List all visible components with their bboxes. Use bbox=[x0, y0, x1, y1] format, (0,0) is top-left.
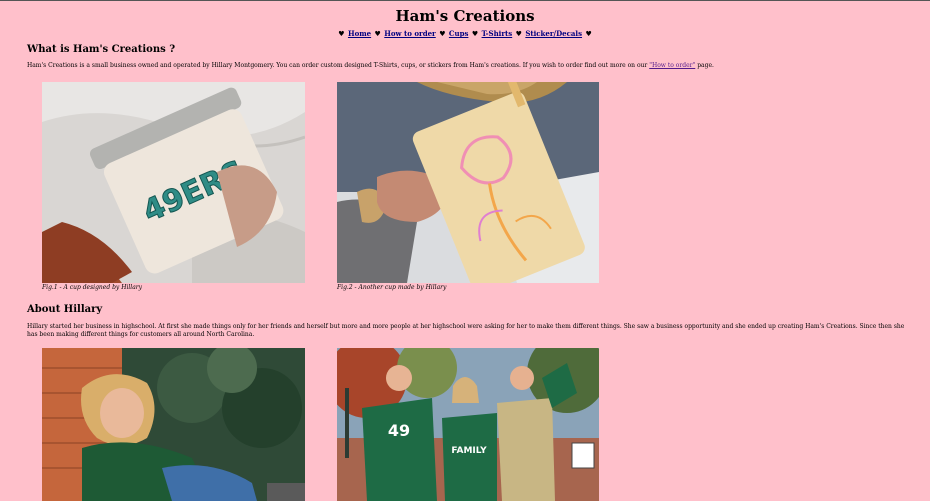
cup-photo-2-art bbox=[337, 82, 599, 283]
nav-tshirts-link[interactable]: T-Shirts bbox=[482, 29, 513, 38]
about-heading: About Hillary bbox=[27, 304, 103, 315]
figure-1-caption: Fig.1 - A cup designed by Hillary bbox=[42, 284, 143, 291]
intro-paragraph: Ham's Creations is a small business owne… bbox=[27, 62, 907, 70]
cup-photo-1-art: 49ERS bbox=[42, 82, 305, 283]
nav-how-to-order-link[interactable]: How to order bbox=[384, 29, 435, 38]
intro-heading: What is Ham's Creations ? bbox=[27, 44, 176, 55]
site-title: Ham's Creations bbox=[395, 7, 535, 25]
heart-icon: ♥ bbox=[585, 29, 592, 38]
figure-2-caption: Fig.2 - Another cup made by Hillary bbox=[337, 284, 447, 291]
cup-photo-2 bbox=[337, 82, 599, 283]
heart-icon: ♥ bbox=[439, 29, 446, 38]
heart-icon: ♥ bbox=[515, 29, 522, 38]
hillary-photo-1 bbox=[42, 348, 305, 501]
cup-photo-1: 49ERS bbox=[42, 82, 305, 283]
about-paragraph: Hillary started her business in highscho… bbox=[27, 323, 905, 338]
jersey-number: 49 bbox=[388, 421, 410, 440]
nav-cups-link[interactable]: Cups bbox=[449, 29, 469, 38]
family-shirt-text: FAMILY bbox=[451, 446, 487, 456]
heart-icon: ♥ bbox=[471, 29, 479, 38]
nav-stickers-link[interactable]: Sticker/Decals bbox=[525, 29, 582, 38]
nav-home-link[interactable]: Home bbox=[348, 29, 371, 38]
how-to-order-link[interactable]: "How to order" bbox=[649, 62, 695, 69]
hillary-photo-2: 49 FAMILY bbox=[337, 348, 599, 501]
hillary-photo-2-art: 49 FAMILY bbox=[337, 348, 599, 501]
hillary-photo-1-art bbox=[42, 348, 305, 501]
main-nav: ♥ Home ♥ How to order ♥ Cups ♥ T-Shirts … bbox=[0, 29, 930, 38]
heart-icon: ♥ bbox=[374, 29, 381, 38]
intro-text: Ham's Creations is a small business owne… bbox=[27, 62, 650, 69]
heart-icon: ♥ bbox=[338, 29, 345, 38]
intro-text-end: page. bbox=[695, 62, 714, 69]
